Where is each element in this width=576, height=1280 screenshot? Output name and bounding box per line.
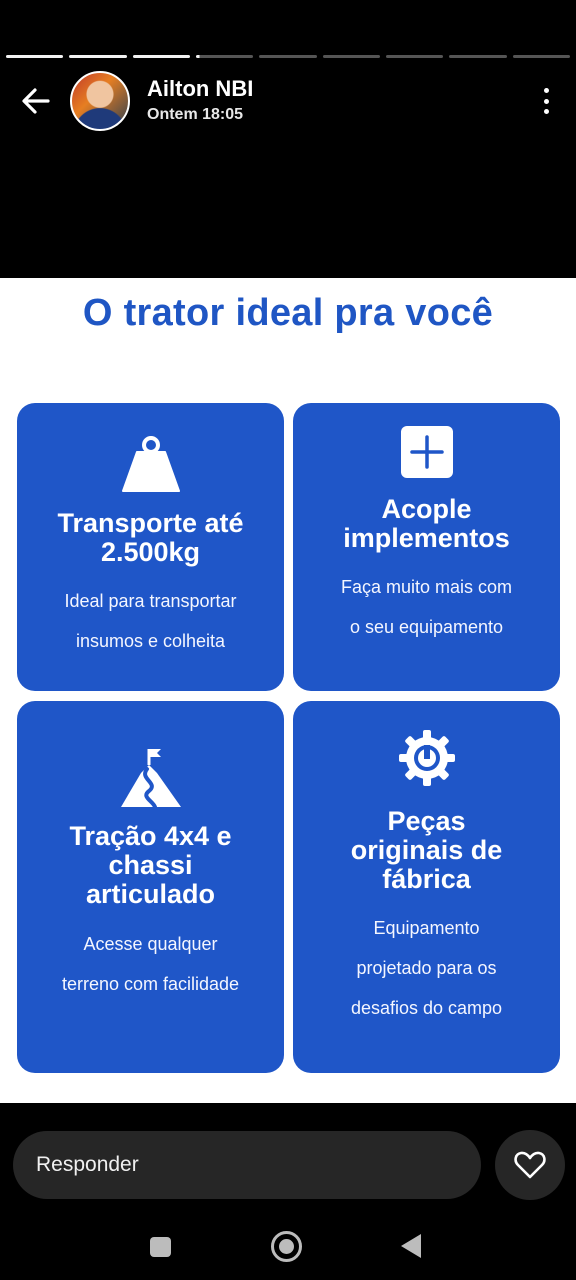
card-desc-line: Acesse qualquer [83, 934, 218, 954]
feature-card-traction: Tração 4x4 e chassi articulado Acesse qu… [17, 701, 284, 1073]
mountain-flag-icon [119, 745, 183, 814]
card-title-line: 2.500kg [100, 537, 201, 567]
card-title-line: Transporte até [57, 508, 244, 538]
weight-icon [121, 435, 181, 498]
progress-segment [322, 55, 380, 58]
card-title-line: implementos [343, 523, 510, 553]
card-desc-line: Faça muito mais com [340, 577, 513, 597]
card-title-line: Peças [387, 806, 466, 836]
progress-segment [512, 55, 570, 58]
card-desc-line: o seu equipamento [349, 617, 504, 637]
card-title-line: fábrica [382, 864, 471, 894]
progress-segment-current [195, 55, 254, 58]
card-title-line: Tração 4x4 e [69, 821, 232, 851]
progress-segment [69, 55, 127, 58]
card-desc-line: Equipamento [373, 918, 480, 938]
progress-segment [6, 55, 64, 58]
avatar[interactable] [70, 71, 130, 131]
more-vertical-icon[interactable] [540, 88, 552, 114]
card-desc-line: terreno com facilidade [61, 974, 240, 994]
system-navigation-bar [0, 1220, 576, 1274]
card-desc-line: projetado para os [356, 958, 497, 978]
progress-segment [259, 55, 317, 58]
feature-card-implements: Acople implementos Faça muito mais com o… [293, 403, 560, 691]
arrow-left-icon[interactable] [20, 86, 52, 116]
card-title-line: Acople [381, 494, 472, 524]
progress-segment [132, 55, 190, 58]
recents-square-icon[interactable] [150, 1237, 171, 1257]
reply-input[interactable]: Responder [13, 1131, 481, 1199]
card-title-line: articulado [85, 879, 216, 909]
feature-card-transport: Transporte até 2.500kg Ideal para transp… [17, 403, 284, 691]
heart-icon[interactable] [495, 1130, 565, 1200]
progress-segment [385, 55, 444, 58]
card-desc-line: Ideal para transportar [64, 591, 237, 611]
story-progress-bar [6, 55, 570, 59]
card-desc-line: insumos e colheita [75, 631, 226, 651]
gear-icon [398, 729, 456, 792]
card-desc-line: desafios do campo [350, 998, 503, 1018]
story-timestamp: Ontem 18:05 [147, 106, 244, 123]
story-image: O trator ideal pra você Transporte até 2… [0, 278, 576, 1103]
headline: O trator ideal pra você [82, 292, 494, 334]
feature-card-parts: Peças originais de fábrica Equipamento p… [293, 701, 560, 1073]
username[interactable]: Ailton NBI [147, 76, 253, 102]
card-title-line: originais de [350, 835, 503, 865]
home-circle-icon[interactable] [271, 1231, 302, 1262]
card-title-line: chassi [108, 850, 193, 880]
story-header: Ailton NBI Ontem 18:05 [0, 70, 576, 132]
back-triangle-icon[interactable] [401, 1234, 421, 1258]
progress-segment [449, 55, 507, 58]
plus-square-icon [400, 425, 454, 484]
